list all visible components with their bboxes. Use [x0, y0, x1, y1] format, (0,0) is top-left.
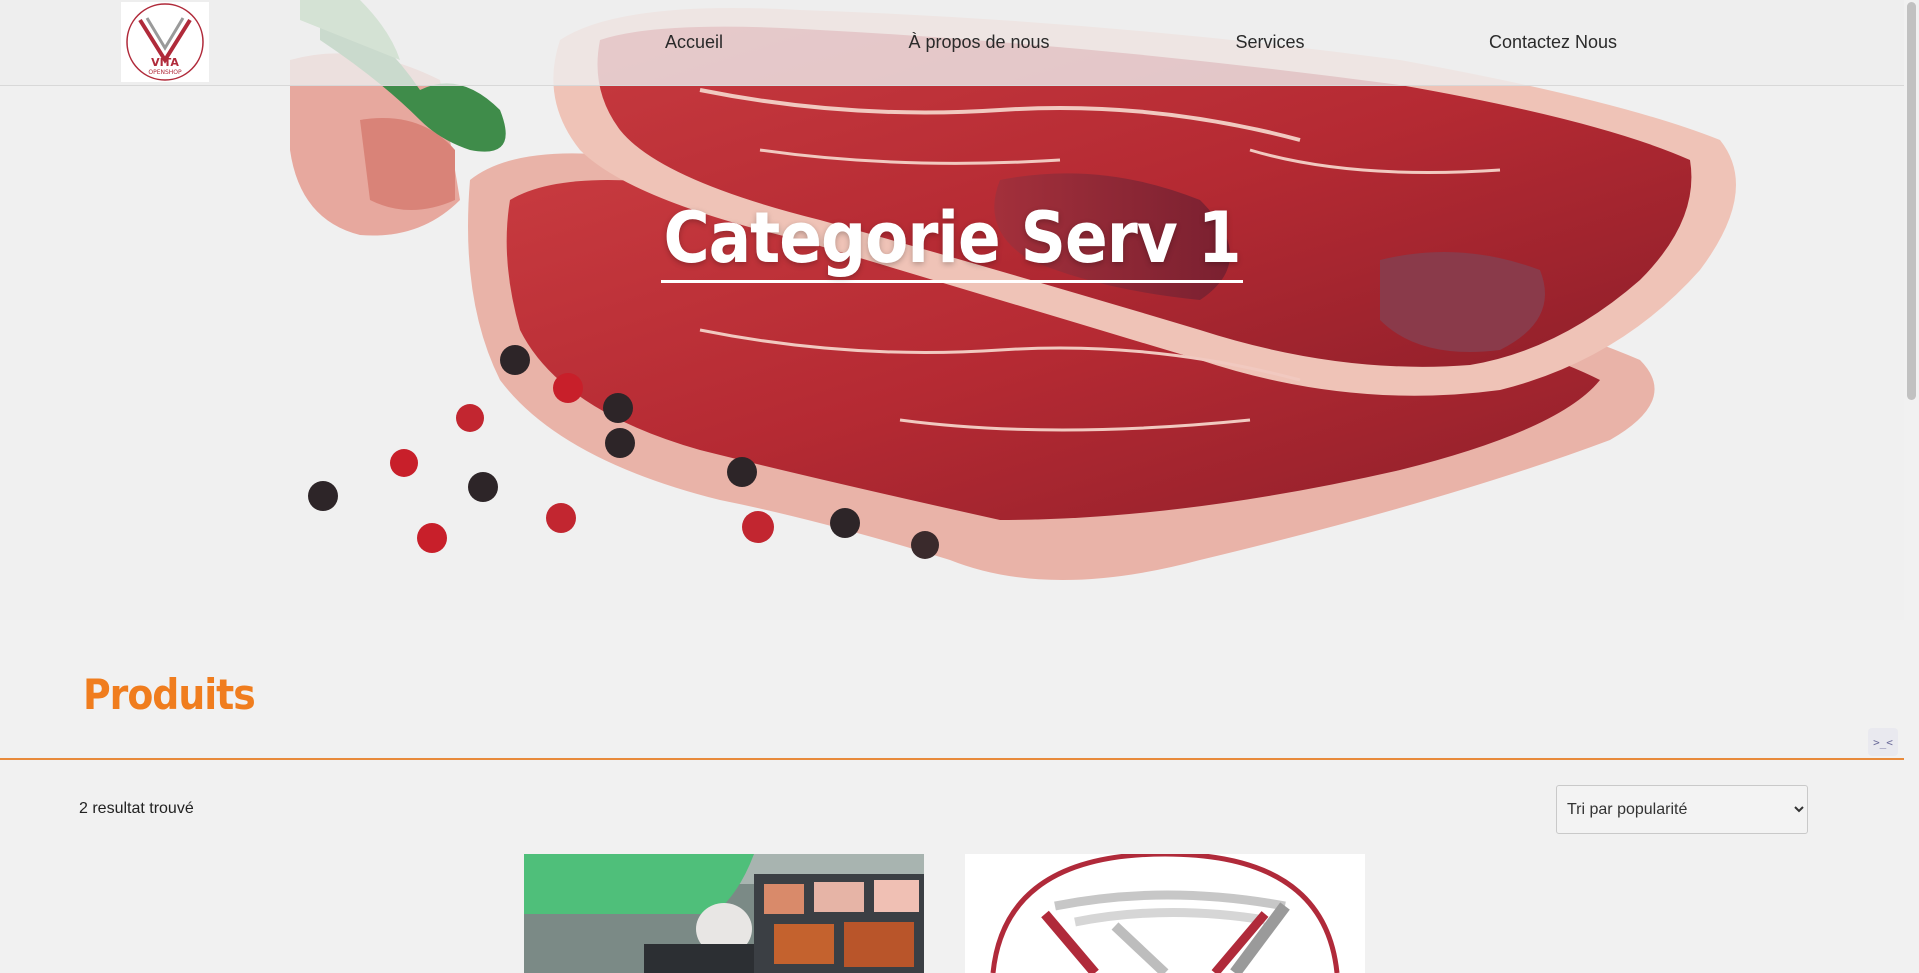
vita-logo-icon: VITA OPENSHOP [126, 3, 204, 81]
nav-a-propos[interactable]: À propos de nous [908, 32, 1049, 53]
product-image-butcher [524, 854, 924, 973]
product-card[interactable] [965, 854, 1365, 973]
hero-meat-image [0, 0, 1904, 620]
products-title: Produits [83, 670, 256, 719]
hero-title-text: Categorie Serv 1 [661, 196, 1243, 283]
logo-subtext: OPENSHOP [148, 69, 182, 76]
product-image-logo [965, 854, 1365, 973]
nav-contact[interactable]: Contactez Nous [1489, 32, 1617, 53]
sort-select[interactable]: Tri par popularité [1556, 785, 1808, 834]
nav-accueil[interactable]: Accueil [665, 32, 723, 53]
nav-services[interactable]: Services [1235, 32, 1304, 53]
logo-text: VITA [151, 56, 179, 69]
brand-logo[interactable]: VITA OPENSHOP [121, 2, 209, 82]
section-divider [0, 758, 1904, 760]
scrollbar-thumb[interactable] [1907, 2, 1916, 400]
floating-widget[interactable]: >_< [1868, 728, 1898, 756]
page-scrollbar[interactable] [1904, 0, 1919, 973]
product-card[interactable] [524, 854, 924, 973]
hero-title: Categorie Serv 1 [0, 196, 1904, 283]
widget-icon: >_< [1873, 735, 1893, 749]
result-count: 2 resultat trouvé [79, 800, 194, 817]
top-navbar: VITA OPENSHOP Accueil À propos de nous S… [0, 0, 1904, 86]
hero-banner: Categorie Serv 1 [0, 0, 1904, 620]
